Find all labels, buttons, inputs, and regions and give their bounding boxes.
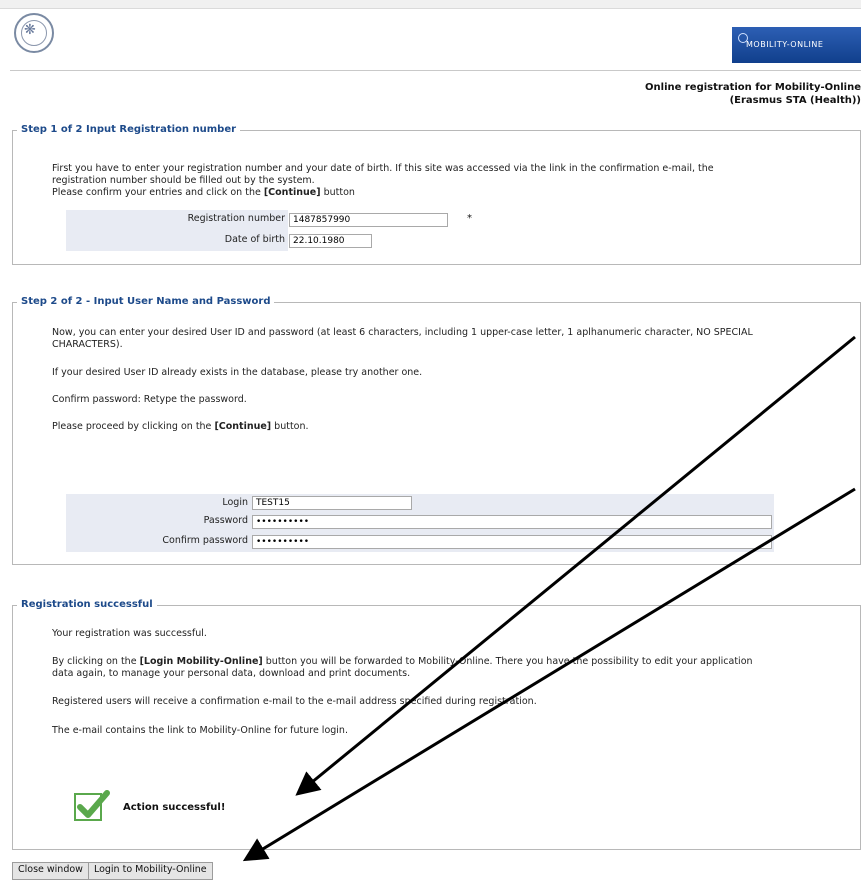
arrow-to-login-button <box>242 487 856 862</box>
annotation-arrows <box>242 335 856 862</box>
arrow-to-success-message <box>295 335 856 796</box>
